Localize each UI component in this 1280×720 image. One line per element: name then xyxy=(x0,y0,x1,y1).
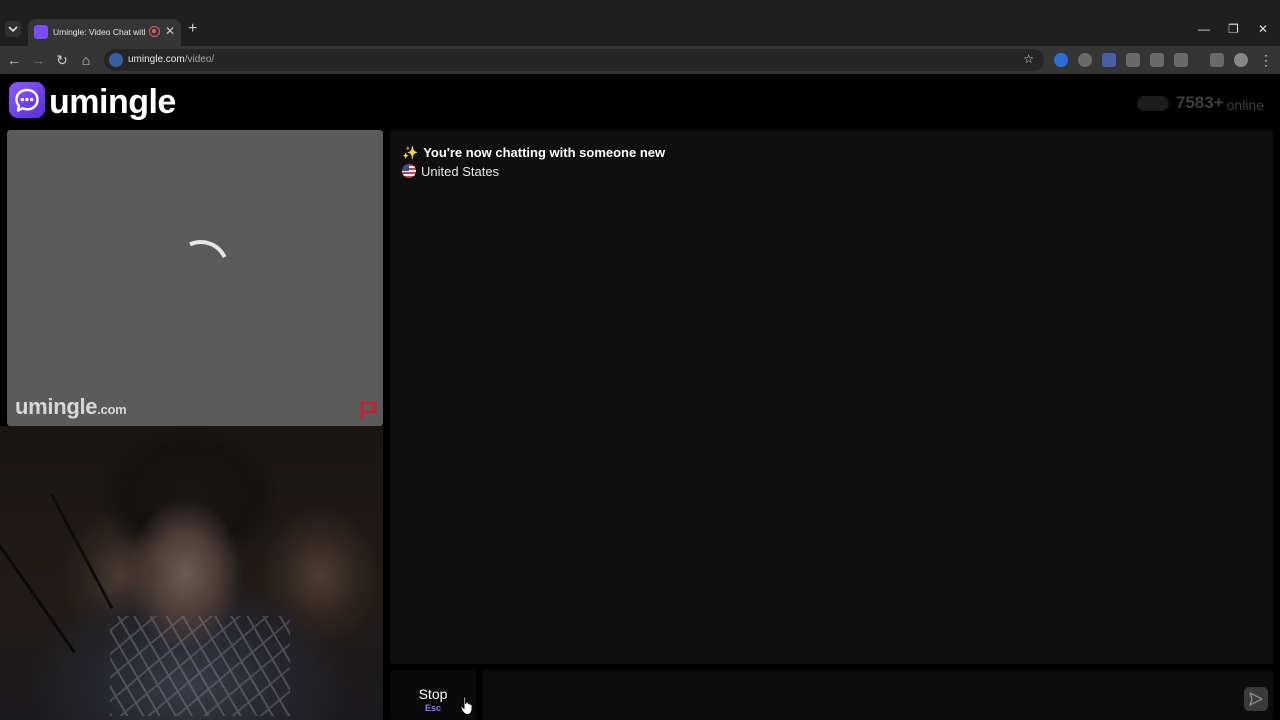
back-arrow-icon[interactable]: ← xyxy=(6,52,22,68)
browser-tab-bar: Umingle: Video Chat with Strangers ✕ + —… xyxy=(0,0,1280,46)
watermark-suffix: .com xyxy=(97,402,127,417)
new-tab-button[interactable]: + xyxy=(188,21,197,37)
video-watermark: umingle.com xyxy=(15,394,127,420)
loading-spinner-icon xyxy=(165,232,237,304)
media-control-icon[interactable] xyxy=(1210,53,1224,67)
hand-cursor-icon xyxy=(460,696,473,715)
window-minimize-button[interactable]: — xyxy=(1198,22,1210,36)
theme-toggle[interactable] xyxy=(1136,95,1169,111)
watermark-text: umingle xyxy=(15,394,98,419)
chat-log: ✨ You're now chatting with someone new Un… xyxy=(390,130,1273,664)
chat-country: United States xyxy=(402,163,499,181)
self-video-detail xyxy=(49,492,114,610)
online-count: 7583+ xyxy=(1175,93,1224,112)
logo-wordmark[interactable]: umingle xyxy=(49,80,176,124)
self-video-preview xyxy=(0,426,383,720)
extensions-puzzle-icon[interactable] xyxy=(1174,53,1188,67)
tab-search-menu-button[interactable] xyxy=(5,21,21,37)
url-domain: umingle.com xyxy=(128,54,185,65)
extension-circle-icon[interactable] xyxy=(1078,53,1092,67)
chevron-down-icon xyxy=(8,26,18,33)
status-text: You're now chatting with someone new xyxy=(423,145,666,160)
self-video-detail xyxy=(110,616,290,716)
url-text: umingle.com/video/ xyxy=(128,53,214,67)
tab-title: Umingle: Video Chat with Strangers xyxy=(53,27,145,37)
window-close-button[interactable]: ✕ xyxy=(1258,22,1268,36)
browser-tab-active[interactable]: Umingle: Video Chat with Strangers ✕ xyxy=(28,19,181,46)
bookmark-star-icon[interactable]: ☆ xyxy=(1023,52,1034,66)
translate-extension-icon[interactable] xyxy=(1102,53,1116,67)
browser-menu-icon[interactable]: ⋮ xyxy=(1258,52,1274,68)
profile-avatar-icon[interactable] xyxy=(1234,53,1248,67)
umingle-favicon-icon xyxy=(34,25,48,39)
address-bar[interactable]: umingle.com/video/ ☆ xyxy=(104,49,1044,71)
send-button[interactable] xyxy=(1244,687,1268,711)
online-label: online xyxy=(1226,97,1264,113)
self-video-detail xyxy=(0,528,76,654)
sparkles-icon: ✨ xyxy=(402,145,419,160)
country-name: United States xyxy=(421,164,500,179)
browser-toolbar: ← → ↻ ⌂ umingle.com/video/ ☆ ⋮ xyxy=(0,46,1280,74)
online-indicator: 7583+ online xyxy=(1136,92,1264,114)
extension-grid-icon[interactable] xyxy=(1126,53,1140,67)
read-aloud-extension-icon[interactable] xyxy=(1054,53,1068,67)
report-flag-icon[interactable] xyxy=(359,400,379,420)
extension-picture-icon[interactable] xyxy=(1150,53,1164,67)
reload-icon[interactable]: ↻ xyxy=(54,52,70,68)
forward-arrow-icon[interactable]: → xyxy=(30,52,46,68)
recording-indicator-icon xyxy=(149,26,160,37)
us-flag-icon xyxy=(402,164,416,178)
window-restore-button[interactable]: ❐ xyxy=(1228,22,1239,36)
message-input[interactable] xyxy=(482,670,1273,720)
send-arrow-icon xyxy=(1249,692,1263,706)
umingle-logo-icon[interactable] xyxy=(9,82,45,118)
stranger-video: umingle.com xyxy=(7,130,383,426)
chat-status-message: ✨ You're now chatting with someone new xyxy=(402,144,665,162)
umingle-page: umingle 7583+ online umingle.com ✨ You're… xyxy=(0,74,1280,720)
site-info-icon[interactable] xyxy=(109,53,123,67)
tab-close-button[interactable]: ✕ xyxy=(165,23,175,39)
home-icon[interactable]: ⌂ xyxy=(78,52,94,68)
url-path: /video/ xyxy=(184,54,215,65)
